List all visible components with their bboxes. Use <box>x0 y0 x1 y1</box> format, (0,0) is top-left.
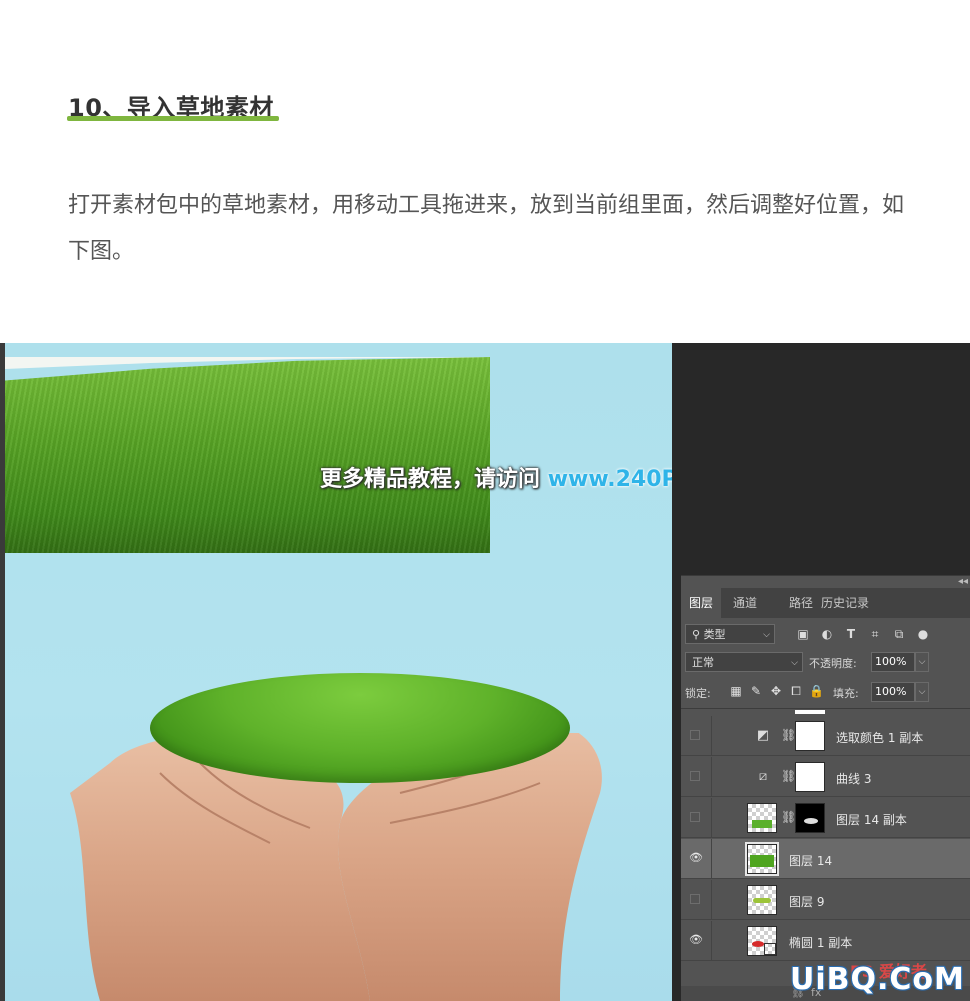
layer-thumbnail[interactable] <box>745 842 779 876</box>
link-icon[interactable]: ⛓ <box>781 810 796 824</box>
filter-type-select[interactable]: ⚲ 类型 ⌵ <box>685 624 775 644</box>
layers-panel: ◂◂ 图层 通道 路径 历史记录 ⚲ 类型 ⌵ ▣ ◐ T ⌗ ⧉ ● 正常 ⌵… <box>681 575 970 1001</box>
adjustment-filter-icon[interactable]: ◐ <box>819 626 835 642</box>
opacity-input[interactable]: 100% <box>871 652 915 672</box>
grass-ellipse-layer <box>150 673 570 783</box>
chevron-down-icon: ⌵ <box>763 630 770 640</box>
selective-color-icon: ◩ <box>756 728 770 743</box>
canvas-edge <box>0 343 5 1001</box>
opacity-dropdown-icon[interactable]: ⌵ <box>915 652 929 672</box>
layer-row[interactable]: ⛓ 图层 14 副本 <box>681 798 970 838</box>
layer-row[interactable]: 👁 椭圆 1 副本 <box>681 921 970 961</box>
lock-brush-icon[interactable]: ✎ <box>749 684 763 698</box>
layer-name: 椭圆 1 副本 <box>789 936 853 950</box>
shape-badge-icon <box>764 943 776 955</box>
tab-channels[interactable]: 通道 <box>725 588 765 618</box>
lock-row: 锁定: ▦ ✎ ✥ ⧠ 🔒 填充: 100% ⌵ <box>685 682 965 706</box>
eye-icon[interactable]: 👁 <box>689 852 703 864</box>
photoshop-screenshot: 更多精品教程，请访问 www.240PS.com ◂◂ 图层 通道 路径 历史记… <box>0 343 970 1001</box>
filter-toggle-icon[interactable]: ● <box>915 626 931 642</box>
blend-mode-value: 正常 <box>692 656 714 669</box>
heading-underline <box>67 116 279 121</box>
panel-divider <box>681 708 970 709</box>
layer-name: 图层 14 副本 <box>836 813 907 827</box>
lock-all-icon[interactable]: 🔒 <box>809 684 824 698</box>
layer-name: 图层 9 <box>789 895 825 909</box>
visibility-toggle[interactable] <box>690 730 700 740</box>
site-logo: UiBQ.CoM <box>790 962 965 997</box>
row-separator <box>711 880 712 920</box>
layer-row-selected[interactable]: 👁 图层 14 <box>681 839 970 879</box>
row-separator <box>711 921 712 961</box>
watermark-text: 更多精品教程，请访问 <box>320 467 541 492</box>
tab-layers[interactable]: 图层 <box>681 588 722 618</box>
layer-thumbnail[interactable] <box>747 885 777 915</box>
lock-move-icon[interactable]: ✥ <box>769 684 783 698</box>
layer-row[interactable]: ◩ ⛓ 选取颜色 1 副本 <box>681 716 970 756</box>
fill-label: 填充: <box>833 687 859 700</box>
lock-transparent-icon[interactable]: ▦ <box>729 684 743 698</box>
link-icon[interactable]: ⛓ <box>781 728 796 742</box>
chevron-down-icon: ⌵ <box>791 658 798 668</box>
shape-filter-icon[interactable]: ⌗ <box>867 626 883 642</box>
layer-row[interactable]: 图层 9 <box>681 880 970 920</box>
type-filter-icon[interactable]: T <box>843 626 859 642</box>
row-separator <box>711 839 712 879</box>
layer-name: 选取颜色 1 副本 <box>836 731 924 745</box>
layer-name: 曲线 3 <box>836 772 872 786</box>
link-icon[interactable]: ⛓ <box>781 769 796 783</box>
row-separator <box>711 716 712 756</box>
filter-row: ⚲ 类型 ⌵ ▣ ◐ T ⌗ ⧉ ● <box>685 624 965 648</box>
blend-mode-select[interactable]: 正常 ⌵ <box>685 652 803 672</box>
lock-label: 锁定: <box>685 687 711 700</box>
layer-thumbnail[interactable] <box>747 803 777 833</box>
row-separator <box>711 757 712 797</box>
mask-content <box>804 818 818 824</box>
search-icon: ⚲ <box>692 628 701 641</box>
eye-icon[interactable]: 👁 <box>689 934 703 946</box>
row-separator <box>711 798 712 838</box>
layer-row[interactable]: ⧄ ⛓ 曲线 3 <box>681 757 970 797</box>
partial-layer-thumbnail <box>795 710 825 714</box>
curves-icon: ⧄ <box>758 769 768 784</box>
grass-material-layer <box>5 357 490 553</box>
thumbnail-content <box>750 855 774 867</box>
document-canvas: 更多精品教程，请访问 www.240PS.com <box>0 343 753 1001</box>
instruction-paragraph: 打开素材包中的草地素材，用移动工具拖进来，放到当前组里面，然后调整好位置，如下图… <box>68 193 905 264</box>
thumbnail-content <box>753 898 771 903</box>
panel-tabs: 图层 通道 路径 历史记录 <box>681 588 970 618</box>
layer-mask-thumbnail[interactable] <box>795 803 825 833</box>
tab-history[interactable]: 历史记录 <box>813 588 877 618</box>
visibility-toggle[interactable] <box>690 812 700 822</box>
layer-mask-thumbnail[interactable] <box>795 762 825 792</box>
visibility-toggle[interactable] <box>690 894 700 904</box>
visibility-toggle[interactable] <box>690 771 700 781</box>
thumbnail-content <box>752 941 764 947</box>
image-filter-icon[interactable]: ▣ <box>795 626 811 642</box>
smart-object-filter-icon[interactable]: ⧉ <box>891 626 907 642</box>
layer-name: 图层 14 <box>789 854 833 868</box>
fill-input[interactable]: 100% <box>871 682 915 702</box>
filter-type-label: 类型 <box>703 628 726 641</box>
panel-collapse-icon[interactable]: ◂◂ <box>958 576 968 587</box>
blend-row: 正常 ⌵ 不透明度: 100% ⌵ <box>685 652 965 676</box>
fill-dropdown-icon[interactable]: ⌵ <box>915 682 929 702</box>
opacity-label: 不透明度: <box>809 657 857 670</box>
layer-thumbnail[interactable] <box>747 926 777 956</box>
thumbnail-content <box>752 820 772 828</box>
lock-artboard-icon[interactable]: ⧠ <box>789 684 803 698</box>
layer-mask-thumbnail[interactable] <box>795 721 825 751</box>
